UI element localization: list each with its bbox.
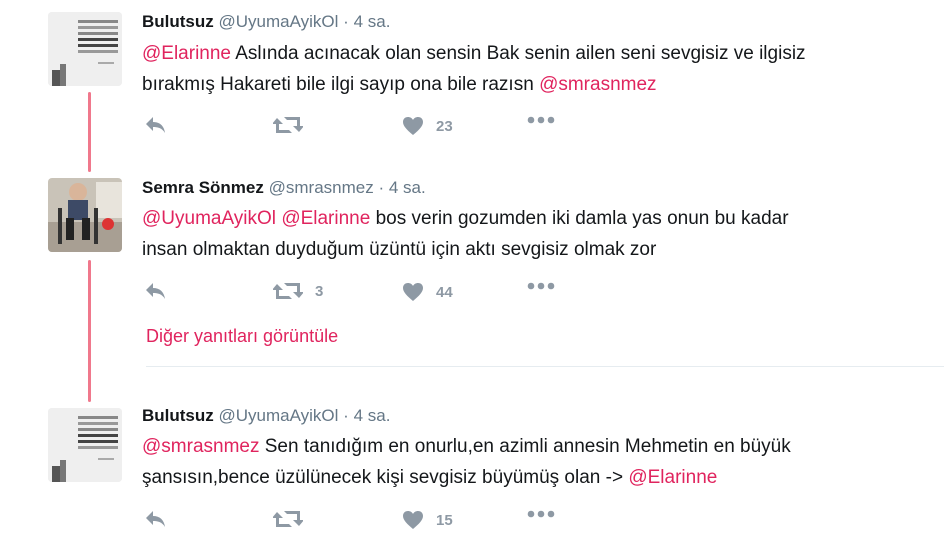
more-dots-icon: [527, 116, 555, 124]
separator-dot: ·: [343, 406, 349, 425]
retweet-count: 3: [315, 282, 324, 300]
like-button[interactable]: 44: [402, 282, 453, 302]
timestamp[interactable]: 4 sa.: [354, 12, 391, 31]
avatar[interactable]: [48, 178, 122, 252]
show-more-replies-link[interactable]: Diğer yanıtları görüntüle: [146, 326, 338, 347]
tweet-line: @UyumaAyikOl @Elarinne bos verin gozumde…: [142, 203, 932, 234]
mention-link[interactable]: @smrasnmez: [539, 74, 656, 95]
reply-icon: [146, 511, 165, 527]
author-name[interactable]: Semra Sönmez: [142, 178, 264, 197]
heart-icon: [403, 283, 423, 301]
timestamp[interactable]: 4 sa.: [354, 406, 391, 425]
tweet-line: bırakmış Hakareti bile ilgi sayıp ona bi…: [142, 69, 932, 100]
tweet-header: Bulutsuz @UyumaAyikOl · 4 sa.: [142, 406, 390, 426]
text-segment: Sen tanıdığım en onurlu,en azimli annesi…: [259, 436, 791, 457]
mention-link[interactable]: @Elarinne: [628, 467, 717, 488]
more-dots-icon: [527, 282, 555, 290]
heart-icon: [403, 117, 423, 135]
more-button[interactable]: [527, 282, 555, 290]
like-count: 44: [436, 283, 453, 301]
separator-dot: ·: [378, 178, 385, 197]
mention-link[interactable]: @Elarinne: [281, 208, 370, 229]
reply-button[interactable]: [145, 282, 167, 300]
author-name[interactable]: Bulutsuz: [142, 406, 214, 425]
author-handle[interactable]: @smrasnmez: [269, 178, 374, 197]
retweet-icon: [273, 283, 303, 299]
author-handle[interactable]: @UyumaAyikOl: [219, 12, 339, 31]
mention-link[interactable]: @Elarinne: [142, 43, 231, 64]
mention-link[interactable]: @UyumaAyikOl: [142, 208, 276, 229]
tweet-text: @smrasnmez Sen tanıdığım en onurlu,en az…: [142, 431, 932, 493]
tweet[interactable]: Semra Sönmez @smrasnmez · 4 sa. @UyumaAy…: [0, 168, 944, 318]
retweet-icon: [273, 117, 303, 133]
like-count: 23: [436, 117, 453, 135]
retweet-button[interactable]: 3: [273, 282, 323, 300]
avatar[interactable]: [48, 408, 122, 482]
divider: [146, 366, 944, 367]
tweet[interactable]: Bulutsuz @UyumaAyikOl · 4 sa. @smrasnmez…: [0, 396, 944, 555]
tweet-text: @Elarinne Aslında acınacak olan sensin B…: [142, 38, 932, 100]
tweet-line: @Elarinne Aslında acınacak olan sensin B…: [142, 38, 932, 69]
tweet-line: şansısın,bence üzülünecek kişi sevgisiz …: [142, 462, 932, 493]
author-name[interactable]: Bulutsuz: [142, 12, 214, 31]
author-handle[interactable]: @UyumaAyikOl: [219, 406, 339, 425]
retweet-button[interactable]: [273, 116, 315, 134]
more-button[interactable]: [527, 510, 555, 518]
retweet-icon: [273, 511, 303, 527]
like-count: 15: [436, 511, 453, 529]
retweet-button[interactable]: [273, 510, 315, 528]
timestamp[interactable]: 4 sa.: [389, 178, 426, 197]
more-button[interactable]: [527, 116, 555, 124]
tweet-header: Bulutsuz @UyumaAyikOl · 4 sa.: [142, 12, 390, 32]
tweet-header: Semra Sönmez @smrasnmez · 4 sa.: [142, 178, 426, 198]
tweet-line: @smrasnmez Sen tanıdığım en onurlu,en az…: [142, 431, 932, 462]
text-segment: Aslında acınacak olan sensin Bak senin a…: [231, 43, 806, 64]
like-button[interactable]: 15: [402, 510, 453, 530]
mention-link[interactable]: @smrasnmez: [142, 436, 259, 457]
tweet-text: @UyumaAyikOl @Elarinne bos verin gozumde…: [142, 203, 932, 265]
reply-icon: [146, 117, 165, 133]
tweet[interactable]: Bulutsuz @UyumaAyikOl · 4 sa. @Elarinne …: [0, 0, 944, 150]
reply-button[interactable]: [145, 510, 167, 528]
separator-dot: ·: [343, 12, 349, 31]
text-segment: bos verin gozumden iki damla yas onun bu…: [370, 208, 789, 229]
text-segment: şansısın,bence üzülünecek kişi sevgisiz …: [142, 467, 629, 488]
tweet-line: insan olmaktan duyduğum üzüntü için aktı…: [142, 234, 932, 265]
reply-icon: [146, 283, 165, 299]
text-segment: insan olmaktan duyduğum üzüntü için aktı…: [142, 239, 657, 260]
avatar[interactable]: [48, 12, 122, 86]
reply-button[interactable]: [145, 116, 167, 134]
more-dots-icon: [527, 510, 555, 518]
like-button[interactable]: 23: [402, 116, 453, 136]
text-segment: bırakmış Hakareti bile ilgi sayıp ona bi…: [142, 74, 540, 95]
heart-icon: [403, 511, 423, 529]
